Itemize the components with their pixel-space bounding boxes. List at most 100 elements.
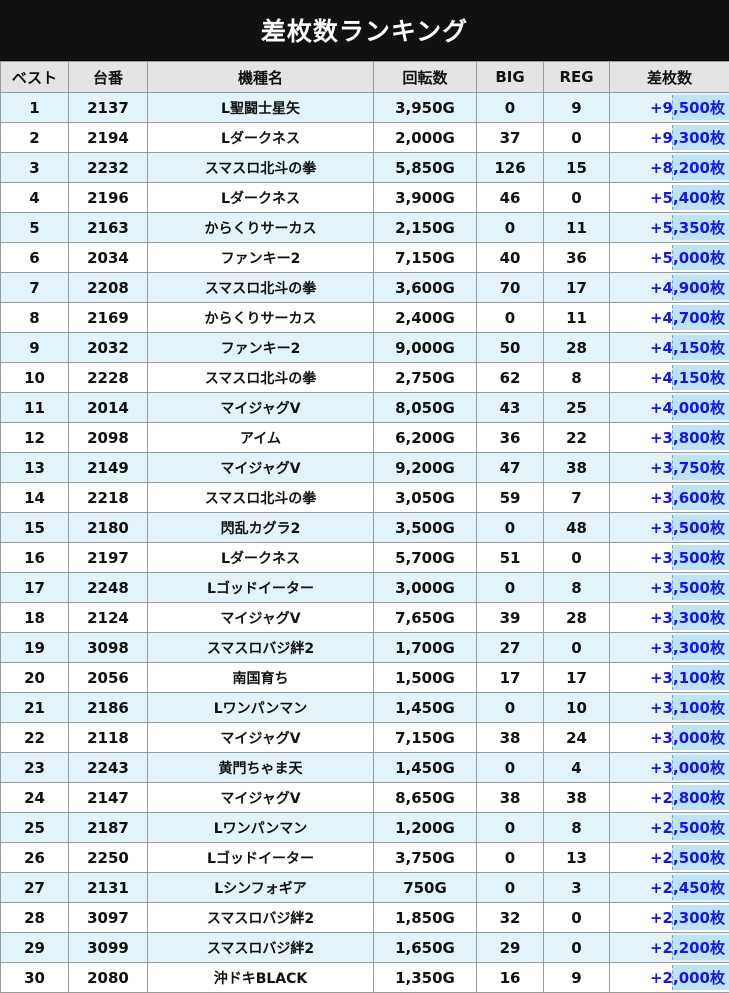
- rank-cell: 19: [1, 633, 69, 663]
- diff-value: +2,500枚: [650, 849, 725, 867]
- reg-count-cell: 3: [544, 873, 610, 903]
- model-cell: Lシンフォギア: [148, 873, 374, 903]
- rank-cell: 12: [1, 423, 69, 453]
- table-row: 72208スマスロ北斗の拳3,600G7017+4,900枚: [1, 273, 729, 303]
- machine-no-cell: 2228: [69, 363, 148, 393]
- diff-cell: +3,300枚: [610, 633, 729, 663]
- big-count-cell: 16: [477, 963, 544, 993]
- spins-cell: 750G: [374, 873, 477, 903]
- model-cell: 黄門ちゃま天: [148, 753, 374, 783]
- model-cell: 南国育ち: [148, 663, 374, 693]
- rank-cell: 26: [1, 843, 69, 873]
- machine-no-cell: 3098: [69, 633, 148, 663]
- diff-value: +4,000枚: [650, 399, 725, 417]
- reg-count-cell: 9: [544, 93, 610, 123]
- rank-cell: 18: [1, 603, 69, 633]
- rank-cell: 20: [1, 663, 69, 693]
- table-row: 242147マイジャグV8,650G3838+2,800枚: [1, 783, 729, 813]
- machine-no-cell: 2032: [69, 333, 148, 363]
- big-count-cell: 38: [477, 783, 544, 813]
- spins-cell: 2,400G: [374, 303, 477, 333]
- table-row: 262250Lゴッドイーター3,750G013+2,500枚: [1, 843, 729, 873]
- spins-cell: 1,200G: [374, 813, 477, 843]
- big-count-cell: 43: [477, 393, 544, 423]
- reg-count-cell: 7: [544, 483, 610, 513]
- rank-cell: 1: [1, 93, 69, 123]
- big-count-cell: 51: [477, 543, 544, 573]
- diff-cell: +3,750枚: [610, 453, 729, 483]
- reg-count-cell: 17: [544, 663, 610, 693]
- diff-cell: +3,000枚: [610, 753, 729, 783]
- reg-count-cell: 0: [544, 183, 610, 213]
- machine-no-cell: 2248: [69, 573, 148, 603]
- rank-cell: 8: [1, 303, 69, 333]
- big-count-cell: 70: [477, 273, 544, 303]
- big-count-cell: 0: [477, 813, 544, 843]
- big-count-cell: 38: [477, 723, 544, 753]
- spins-cell: 2,150G: [374, 213, 477, 243]
- diff-cell: +3,300枚: [610, 603, 729, 633]
- spins-cell: 1,450G: [374, 753, 477, 783]
- table-row: 283097スマスロバジ絆21,850G320+2,300枚: [1, 903, 729, 933]
- reg-count-cell: 28: [544, 333, 610, 363]
- big-count-cell: 47: [477, 453, 544, 483]
- reg-count-cell: 0: [544, 123, 610, 153]
- rank-cell: 6: [1, 243, 69, 273]
- header-big: BIG: [477, 62, 544, 93]
- machine-no-cell: 2218: [69, 483, 148, 513]
- diff-value: +2,000枚: [650, 969, 725, 987]
- diff-cell: +9,500枚: [610, 93, 729, 123]
- model-cell: スマスロ北斗の拳: [148, 483, 374, 513]
- table-row: 252187Lワンパンマン1,200G08+2,500枚: [1, 813, 729, 843]
- header-spins: 回転数: [374, 62, 477, 93]
- diff-cell: +2,000枚: [610, 963, 729, 993]
- table-row: 62034ファンキー27,150G4036+5,000枚: [1, 243, 729, 273]
- table-row: 112014マイジャグV8,050G4325+4,000枚: [1, 393, 729, 423]
- reg-count-cell: 17: [544, 273, 610, 303]
- ranking-table: ベスト 台番 機種名 回転数 BIG REG 差枚数 12137L聖闘士星矢3,…: [0, 61, 729, 993]
- reg-count-cell: 10: [544, 693, 610, 723]
- spins-cell: 9,000G: [374, 333, 477, 363]
- big-count-cell: 0: [477, 693, 544, 723]
- big-count-cell: 27: [477, 633, 544, 663]
- model-cell: からくりサーカス: [148, 303, 374, 333]
- spins-cell: 8,050G: [374, 393, 477, 423]
- rank-cell: 22: [1, 723, 69, 753]
- rank-cell: 27: [1, 873, 69, 903]
- diff-value: +5,000枚: [650, 249, 725, 267]
- table-row: 12137L聖闘士星矢3,950G09+9,500枚: [1, 93, 729, 123]
- machine-no-cell: 2243: [69, 753, 148, 783]
- model-cell: マイジャグV: [148, 723, 374, 753]
- model-cell: ファンキー2: [148, 333, 374, 363]
- spins-cell: 1,450G: [374, 693, 477, 723]
- model-cell: スマスロ北斗の拳: [148, 273, 374, 303]
- reg-count-cell: 9: [544, 963, 610, 993]
- machine-no-cell: 2194: [69, 123, 148, 153]
- model-cell: マイジャグV: [148, 453, 374, 483]
- rank-cell: 24: [1, 783, 69, 813]
- big-count-cell: 37: [477, 123, 544, 153]
- spins-cell: 1,650G: [374, 933, 477, 963]
- spins-cell: 7,150G: [374, 243, 477, 273]
- big-count-cell: 0: [477, 753, 544, 783]
- model-cell: Lゴッドイーター: [148, 843, 374, 873]
- rank-cell: 9: [1, 333, 69, 363]
- model-cell: ファンキー2: [148, 243, 374, 273]
- header-reg: REG: [544, 62, 610, 93]
- reg-count-cell: 15: [544, 153, 610, 183]
- model-cell: 沖ドキBLACK: [148, 963, 374, 993]
- diff-value: +2,800枚: [650, 789, 725, 807]
- rank-cell: 13: [1, 453, 69, 483]
- table-row: 232243黄門ちゃま天1,450G04+3,000枚: [1, 753, 729, 783]
- table-row: 42196Lダークネス3,900G460+5,400枚: [1, 183, 729, 213]
- big-count-cell: 46: [477, 183, 544, 213]
- table-row: 92032ファンキー29,000G5028+4,150枚: [1, 333, 729, 363]
- diff-value: +3,000枚: [650, 759, 725, 777]
- table-row: 132149マイジャグV9,200G4738+3,750枚: [1, 453, 729, 483]
- diff-value: +5,400枚: [650, 189, 725, 207]
- diff-value: +3,500枚: [650, 579, 725, 597]
- rank-cell: 29: [1, 933, 69, 963]
- diff-value: +3,300枚: [650, 639, 725, 657]
- model-cell: スマスロ北斗の拳: [148, 363, 374, 393]
- reg-count-cell: 25: [544, 393, 610, 423]
